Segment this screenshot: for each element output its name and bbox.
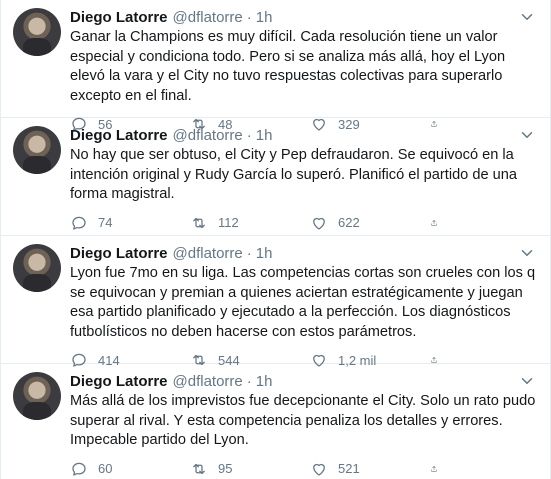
tweet[interactable]: Diego Latorre @dflatorre · 1h Lyon fue 7…	[1, 236, 550, 368]
retweet-icon	[193, 217, 205, 228]
tweet-header: Diego Latorre @dflatorre · 1h	[70, 126, 538, 146]
tweet-header: Diego Latorre @dflatorre · 1h	[70, 8, 538, 28]
tweet-text: No hay que ser obtuso, el City y Pep def…	[70, 147, 517, 203]
separator-dot: ·	[246, 245, 252, 262]
timestamp[interactable]: 1h	[256, 372, 273, 392]
avatar[interactable]	[13, 244, 61, 292]
reply-icon	[72, 462, 86, 476]
avatar[interactable]	[13, 372, 61, 420]
retweet-button[interactable]: 95	[190, 460, 310, 478]
author-name[interactable]: Diego Latorre	[70, 126, 168, 146]
avatar[interactable]	[13, 8, 61, 56]
reply-icon	[72, 216, 86, 230]
reply-count: 60	[98, 461, 113, 477]
reply-count: 74	[98, 215, 113, 231]
share-icon	[431, 219, 437, 226]
share-button[interactable]	[430, 460, 448, 478]
author-handle[interactable]: @dflatorre	[173, 244, 243, 264]
like-count: 622	[338, 215, 360, 231]
author-name[interactable]: Diego Latorre	[70, 8, 168, 28]
author-name[interactable]: Diego Latorre	[70, 372, 168, 392]
reply-button[interactable]: 74	[70, 214, 190, 232]
tweet-text: Más allá de los imprevistos fue decepcio…	[70, 393, 536, 449]
separator-dot: ·	[246, 373, 252, 390]
author-handle[interactable]: @dflatorre	[173, 372, 243, 392]
chevron-down-icon[interactable]	[518, 244, 536, 262]
tweet-timeline: Diego Latorre @dflatorre · 1h Ganar la C…	[0, 0, 551, 479]
chevron-down-icon[interactable]	[518, 372, 536, 390]
heart-icon	[313, 463, 325, 476]
tweet[interactable]: Diego Latorre @dflatorre · 1h No hay que…	[1, 118, 550, 236]
timestamp[interactable]: 1h	[256, 244, 273, 264]
author-handle[interactable]: @dflatorre	[173, 126, 243, 146]
chevron-down-icon[interactable]	[518, 126, 536, 144]
timestamp[interactable]: 1h	[256, 8, 273, 28]
tweet-actions: 74 112 622	[70, 213, 538, 233]
reply-button[interactable]: 60	[70, 460, 190, 478]
author-handle[interactable]: @dflatorre	[173, 8, 243, 28]
author-name[interactable]: Diego Latorre	[70, 244, 168, 264]
retweet-button[interactable]: 112	[190, 214, 310, 232]
like-count: 521	[338, 461, 360, 477]
like-button[interactable]: 622	[310, 214, 430, 232]
tweet-actions: 60 95 521	[70, 459, 538, 479]
retweet-icon	[193, 463, 205, 474]
share-icon	[431, 465, 437, 472]
share-button[interactable]	[430, 214, 448, 232]
like-button[interactable]: 521	[310, 460, 430, 478]
tweet[interactable]: Diego Latorre @dflatorre · 1h Más allá d…	[1, 364, 550, 479]
tweet-header: Diego Latorre @dflatorre · 1h	[70, 372, 538, 392]
avatar[interactable]	[13, 126, 61, 174]
chevron-down-icon[interactable]	[518, 8, 536, 26]
timestamp[interactable]: 1h	[256, 126, 273, 146]
tweet-header: Diego Latorre @dflatorre · 1h	[70, 244, 538, 264]
retweet-count: 95	[218, 461, 233, 477]
tweet-text: Ganar la Champions es muy difícil. Cada …	[70, 29, 506, 104]
separator-dot: ·	[246, 9, 252, 26]
retweet-count: 112	[218, 215, 239, 231]
tweet-text: Lyon fue 7mo en su liga. Las competencia…	[70, 265, 536, 340]
heart-icon	[313, 217, 325, 230]
tweet[interactable]: Diego Latorre @dflatorre · 1h Ganar la C…	[1, 0, 550, 132]
separator-dot: ·	[246, 127, 252, 144]
